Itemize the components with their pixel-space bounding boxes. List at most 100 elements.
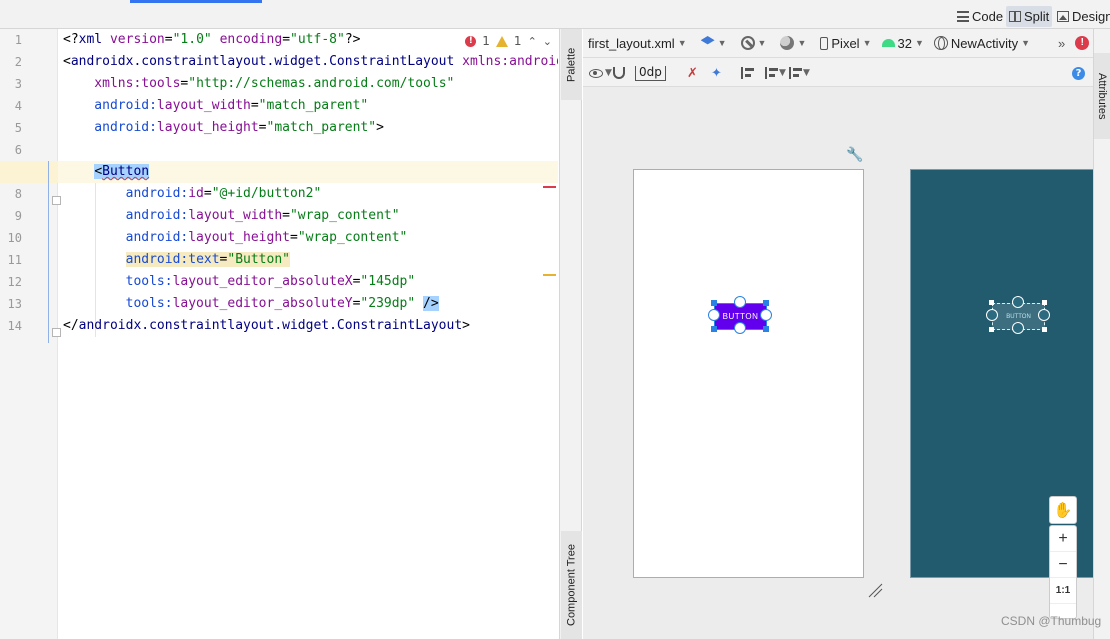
design-toolbar-secondary: ▼ 0dp ✗ ✦ ▼ ▼ ? [583,58,1093,87]
blueprint-anchor-end[interactable] [1038,309,1050,321]
code-line[interactable]: tools:layout_editor_absoluteY="239dp" /> [63,293,439,315]
blueprint-anchor-bottom[interactable] [1012,322,1024,334]
default-margin-button[interactable]: 0dp [635,64,666,82]
chevron-up-icon[interactable]: ⌃ [528,35,537,48]
more-options-button[interactable]: » [1053,29,1070,58]
code-line[interactable]: android:text="Button" [63,249,290,271]
code-token: > [376,120,384,135]
issues-button[interactable]: ! [1070,29,1093,58]
split-mode-button[interactable]: Split [1006,6,1053,27]
chevron-down-icon: ▼ [757,38,767,48]
code-token: tools [141,76,181,91]
xml-code-editor[interactable]: 1234567891011121314 <?xml version="1.0" … [0,29,558,639]
align-button[interactable]: ▼ [765,64,786,82]
code-token: = [289,230,298,245]
code-mode-button[interactable]: Code [954,6,1006,27]
night-mode-button[interactable]: ▼ [775,29,811,58]
zoom-out-button[interactable]: − [1050,552,1076,578]
blueprint-handle[interactable] [1042,300,1047,305]
code-line[interactable]: android:layout_height="wrap_content" [63,227,408,249]
line-number: 11 [7,253,22,267]
blueprint-anchor-top[interactable] [1012,296,1024,308]
chevron-down-icon[interactable]: ⌄ [543,35,552,48]
line-number: 10 [7,231,22,245]
attributes-tab-label: Attributes [1096,72,1108,120]
design-surface-button[interactable]: ▼ [696,29,732,58]
clear-constraints-button[interactable]: ✗ [687,64,698,82]
code-line[interactable]: </androidx.constraintlayout.widget.Const… [63,315,470,337]
line-number: 9 [14,209,22,223]
code-line[interactable]: xmlns:tools="http://schemas.android.com/… [63,73,454,95]
blueprint-handle[interactable] [989,300,994,305]
zoom-actual-size-button[interactable]: 1:1 [1050,578,1076,604]
distribute-button[interactable]: ▼ [789,64,810,82]
component-tree-tab[interactable]: Component Tree [561,531,582,639]
code-line[interactable]: <?xml version="1.0" encoding="utf-8"?> [63,29,360,51]
code-token: "1.0" [172,32,220,47]
chevron-down-icon: ▼ [779,68,786,78]
line-number: 6 [14,143,22,157]
attributes-tab[interactable]: Attributes [1094,53,1110,139]
code-token: "wrap_content" [289,208,400,223]
constraint-anchor-top[interactable] [734,296,746,308]
line-number: 4 [14,99,22,113]
blueprint-anchor-start[interactable] [986,309,998,321]
code-token: "match_parent" [266,120,377,135]
code-line[interactable]: <Button [63,161,150,183]
design-preview-device[interactable]: BUTTON [633,169,864,578]
wrench-icon[interactable]: 🔧 [846,147,863,163]
blueprint-handle[interactable] [989,327,994,332]
code-token: layout_height [188,230,290,245]
line-number: 1 [14,33,22,47]
fold-marker[interactable] [52,196,61,205]
orientation-button[interactable]: ▼ [736,29,772,58]
api-level-selector[interactable]: 32 ▼ [877,29,929,58]
help-button[interactable]: ? [1072,64,1085,82]
device-selector[interactable]: Pixel ▼ [815,29,876,58]
constraint-anchor-end[interactable] [760,309,772,321]
infer-constraints-button[interactable]: ✦ [711,64,722,82]
code-line[interactable]: android:layout_width="match_parent" [63,95,368,117]
design-mode-button[interactable]: Design [1054,6,1110,27]
view-options-button[interactable]: ▼ [589,64,612,82]
theme-selector[interactable]: NewActivity ▼ [929,29,1035,58]
code-line[interactable]: android:layout_width="wrap_content" [63,205,400,227]
blueprint-handle[interactable] [1042,327,1047,332]
code-line[interactable]: android:layout_height="match_parent"> [63,117,384,139]
pan-tool-button[interactable]: ✋ [1049,496,1077,524]
zoom-in-button[interactable]: + [1050,526,1076,552]
file-selector[interactable]: first_layout.xml ▼ [583,29,692,58]
code-line[interactable]: tools:layout_editor_absoluteX="145dp" [63,271,416,293]
code-token: </ [63,318,79,333]
resize-handle[interactable] [763,300,769,306]
error-count: 1 [482,34,490,48]
code-line[interactable]: android:id="@+id/button2" [63,183,322,205]
device-resize-grip[interactable] [867,582,883,598]
fold-marker[interactable] [52,328,61,337]
warning-stripe-mark[interactable] [543,274,556,276]
watermark: CSDN @Thumbug [1001,614,1102,628]
code-token: android: [63,120,157,135]
code-line[interactable]: <androidx.constraintlayout.widget.Constr… [63,51,558,73]
guidelines-button[interactable] [741,64,755,82]
constraint-anchor-start[interactable] [708,309,720,321]
resize-handle[interactable] [763,326,769,332]
autoconnect-button[interactable] [613,64,625,82]
code-token: layout_width [156,98,251,113]
constraint-anchor-bottom[interactable] [734,322,746,334]
code-token: tools: [63,296,173,311]
resize-handle[interactable] [711,326,717,332]
code-token: = [258,120,267,135]
code-token: encoding [219,32,283,47]
resize-handle[interactable] [711,300,717,306]
inspection-widget[interactable]: ! 1 1 ⌃ ⌄ [465,34,552,48]
split-view-icon [1009,11,1021,22]
palette-tab[interactable]: Palette [561,29,582,100]
chevron-down-icon: ▼ [862,38,872,48]
line-number: 13 [7,297,22,311]
code-view-icon [957,11,969,22]
error-stripe-mark[interactable] [543,186,556,188]
warning-icon [495,35,508,47]
layout-design-surface[interactable]: first_layout.xml ▼ ▼ ▼ ▼ Pixel ▼ 32 ▼ Ne… [583,29,1093,639]
